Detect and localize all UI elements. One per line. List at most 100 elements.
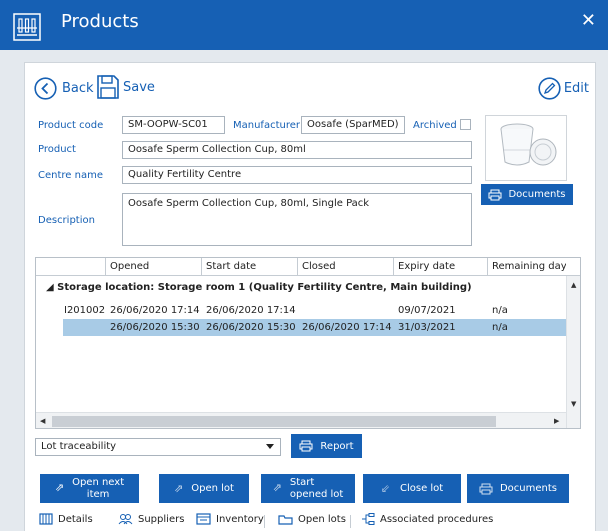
group-row-storage-location[interactable]: ◢ Storage location: Storage room 1 (Qual… xyxy=(36,278,566,298)
scroll-down-arrow-icon[interactable]: ▼ xyxy=(571,400,576,408)
edit-label: Edit xyxy=(563,81,589,96)
tab-inventory[interactable]: Inventory xyxy=(196,513,264,525)
start-lot-icon: ⇗ xyxy=(272,481,282,495)
open-next-label-line1: Open next xyxy=(72,477,125,488)
open-lot-label: Open lot xyxy=(191,483,234,494)
tab-open-lots-label: Open lots xyxy=(298,513,346,525)
chevron-down-icon xyxy=(266,444,274,449)
test-tube-rack-icon xyxy=(13,13,41,41)
column-header-opened[interactable]: Opened xyxy=(106,258,202,276)
cell-expiry-date: 31/03/2021 xyxy=(398,322,456,333)
cell-lot xyxy=(64,319,106,336)
scroll-left-arrow-icon[interactable]: ◀ xyxy=(40,417,45,425)
close-lot-button[interactable]: ⇙ Close lot xyxy=(363,474,461,503)
start-opened-label-line2: opened lot xyxy=(289,488,344,500)
inventory-icon xyxy=(196,513,211,525)
tab-details[interactable]: Details xyxy=(39,513,93,525)
product-documents-label: Documents xyxy=(508,189,566,200)
start-opened-label-line1: Start xyxy=(289,477,315,488)
product-field[interactable]: Oosafe Sperm Collection Cup, 80ml xyxy=(122,141,472,159)
procedures-icon xyxy=(362,513,375,525)
scroll-right-arrow-icon[interactable]: ▶ xyxy=(554,417,559,425)
edit-button[interactable]: Edit xyxy=(538,77,589,100)
vertical-scrollbar[interactable]: ▲ ▼ xyxy=(566,276,580,428)
printer-icon xyxy=(299,440,313,452)
cell-opened: 26/06/2020 17:14 xyxy=(110,305,200,316)
tab-associated-procedures-label: Associated procedures xyxy=(380,513,494,525)
close-lot-icon: ⇙ xyxy=(380,482,390,495)
open-next-label-line2: item xyxy=(86,488,110,500)
tab-inventory-label: Inventory xyxy=(216,513,264,525)
cell-start-date: 26/06/2020 15:30 xyxy=(206,322,296,333)
tab-associated-procedures[interactable]: Associated procedures xyxy=(361,513,493,525)
tab-separator xyxy=(264,515,265,528)
back-arrow-icon xyxy=(34,77,57,100)
lots-grid: Opened Start date Closed Expiry date Rem… xyxy=(35,257,581,429)
lot-documents-label: Documents xyxy=(499,483,558,494)
scroll-up-arrow-icon[interactable]: ▲ xyxy=(571,281,576,289)
tab-separator xyxy=(350,515,351,528)
product-panel: Back Save Edit Product code SM-OOPW-SC01… xyxy=(24,62,596,531)
column-header-remaining-days[interactable]: Remaining day xyxy=(488,258,566,276)
horizontal-scroll-thumb[interactable] xyxy=(52,416,496,427)
tab-suppliers-label: Suppliers xyxy=(138,513,185,525)
cell-closed: 26/06/2020 17:14 xyxy=(302,322,392,333)
open-lots-icon xyxy=(278,515,293,525)
manufacturer-field[interactable]: Oosafe (SparMED) xyxy=(301,116,405,134)
open-next-item-button[interactable]: ⇗ Open next item xyxy=(40,474,139,503)
report-type-value: Lot traceability xyxy=(41,441,117,452)
centre-name-field[interactable]: Quality Fertility Centre xyxy=(122,166,472,184)
printer-icon xyxy=(479,483,493,494)
specimen-cup-image xyxy=(500,123,557,166)
cell-start-date: 26/06/2020 17:14 xyxy=(206,305,296,316)
products-window: Products ✕ Back Save Edit Product code S… xyxy=(0,0,608,531)
column-header-expiry-date[interactable]: Expiry date xyxy=(394,258,488,276)
horizontal-scrollbar[interactable]: ◀ ▶ xyxy=(36,412,566,428)
product-code-label: Product code xyxy=(38,120,104,131)
floppy-disk-icon xyxy=(97,75,119,99)
tab-details-label: Details xyxy=(58,513,93,525)
product-image xyxy=(485,115,567,181)
description-label: Description xyxy=(38,215,95,226)
column-header-lot[interactable] xyxy=(36,258,106,276)
tab-suppliers[interactable]: Suppliers xyxy=(118,513,184,525)
pencil-icon xyxy=(538,77,561,100)
close-lot-label: Close lot xyxy=(399,483,444,494)
save-label: Save xyxy=(123,79,155,95)
cell-closed xyxy=(302,302,394,319)
window-title: Products xyxy=(61,11,139,32)
suppliers-icon xyxy=(118,514,133,525)
report-button[interactable]: Report xyxy=(291,434,362,458)
grid-header: Opened Start date Closed Expiry date Rem… xyxy=(36,258,580,276)
open-item-icon: ⇗ xyxy=(54,481,65,495)
cell-expiry-date: 09/07/2021 xyxy=(398,305,456,316)
description-field[interactable]: Oosafe Sperm Collection Cup, 80ml, Singl… xyxy=(122,193,472,246)
table-row[interactable]: I201002 26/06/2020 17:14 26/06/2020 17:1… xyxy=(36,302,566,319)
lot-documents-button[interactable]: Documents xyxy=(467,474,569,503)
archived-label: Archived xyxy=(413,120,457,131)
report-label: Report xyxy=(320,440,354,452)
open-lot-button[interactable]: ⇗ Open lot xyxy=(159,474,249,503)
cell-remaining-days: n/a xyxy=(492,305,508,316)
report-type-select[interactable]: Lot traceability xyxy=(35,438,281,456)
product-code-field[interactable]: SM-OOPW-SC01 xyxy=(122,116,225,134)
tab-open-lots[interactable]: Open lots xyxy=(278,513,346,525)
column-header-closed[interactable]: Closed xyxy=(298,258,394,276)
start-opened-lot-button[interactable]: ⇗ Start opened lot xyxy=(261,474,355,503)
title-bar: Products ✕ xyxy=(0,0,608,50)
table-row-selected[interactable]: 26/06/2020 15:30 26/06/2020 15:30 26/06/… xyxy=(36,319,566,336)
bottom-tab-bar: Details Suppliers Inventory Open lots As… xyxy=(25,509,597,531)
product-documents-button[interactable]: Documents xyxy=(481,184,573,205)
cell-opened: 26/06/2020 15:30 xyxy=(110,322,200,333)
column-header-start-date[interactable]: Start date xyxy=(202,258,298,276)
details-icon xyxy=(39,513,53,525)
save-button[interactable]: Save xyxy=(96,74,155,100)
back-label: Back xyxy=(62,81,94,96)
close-icon[interactable]: ✕ xyxy=(581,12,596,30)
cell-remaining-days: n/a xyxy=(492,322,508,333)
open-lot-icon: ⇗ xyxy=(174,482,184,495)
printer-icon xyxy=(488,189,502,200)
cell-lot: I201002 xyxy=(64,305,106,316)
archived-checkbox[interactable] xyxy=(460,119,471,130)
back-button[interactable]: Back xyxy=(34,77,94,100)
